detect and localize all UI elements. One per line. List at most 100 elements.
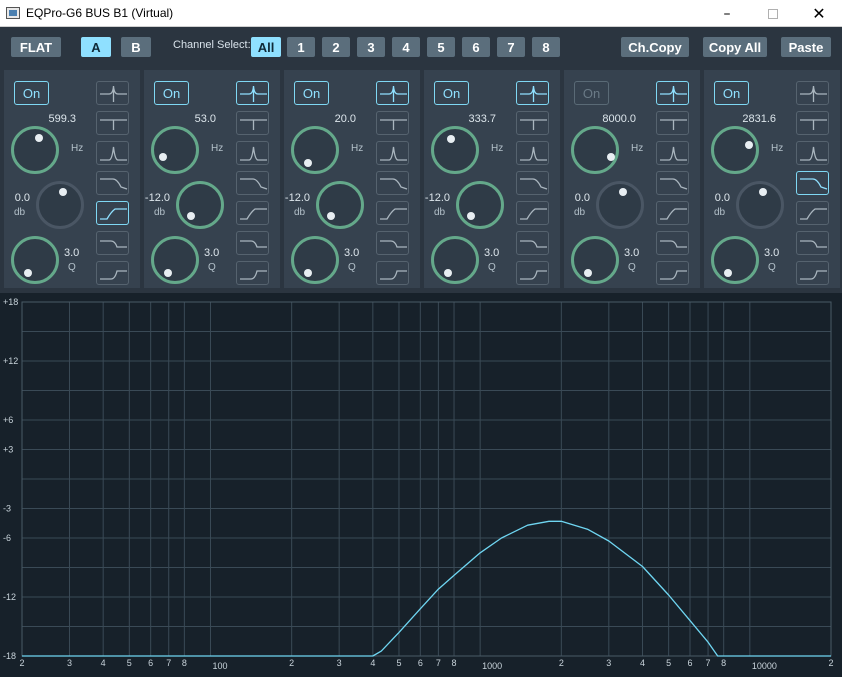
preset-a-button[interactable]: A bbox=[81, 37, 111, 57]
ch-copy-button[interactable]: Ch.Copy bbox=[621, 37, 689, 57]
q-unit-label: Q bbox=[208, 262, 216, 273]
filter-type-button[interactable] bbox=[796, 201, 829, 225]
band-frequency-value: 333.7 bbox=[468, 113, 496, 125]
filter-type-button[interactable] bbox=[796, 231, 829, 255]
q-knob[interactable] bbox=[151, 236, 199, 284]
high-shelf-step-icon bbox=[520, 240, 547, 248]
gain-knob[interactable] bbox=[36, 181, 84, 229]
filter-type-button[interactable] bbox=[516, 141, 549, 165]
filter-type-button[interactable] bbox=[656, 231, 689, 255]
filter-type-button[interactable] bbox=[376, 111, 409, 135]
gain-unit-label: db bbox=[434, 207, 446, 218]
minimize-button[interactable]: – bbox=[704, 0, 750, 27]
copy-all-button[interactable]: Copy All bbox=[703, 37, 767, 57]
channel-button-4[interactable]: 4 bbox=[392, 37, 420, 57]
channel-button-6[interactable]: 6 bbox=[462, 37, 490, 57]
q-knob[interactable] bbox=[291, 236, 339, 284]
window-title: EQPro-G6 BUS B1 (Virtual) bbox=[26, 6, 174, 20]
filter-type-button[interactable] bbox=[516, 81, 549, 105]
filter-type-button[interactable] bbox=[656, 171, 689, 195]
filter-type-button[interactable] bbox=[376, 81, 409, 105]
filter-type-button[interactable] bbox=[796, 111, 829, 135]
high-cut-icon bbox=[240, 178, 268, 190]
peak-icon bbox=[520, 146, 547, 161]
band-q-value: 3.0 bbox=[344, 247, 360, 259]
filter-type-button[interactable] bbox=[516, 111, 549, 135]
y-tick-label: -18 bbox=[3, 651, 16, 661]
filter-type-button[interactable] bbox=[516, 171, 549, 195]
filter-type-button[interactable] bbox=[516, 231, 549, 255]
channel-button-all[interactable]: All bbox=[251, 37, 281, 57]
peak-icon bbox=[100, 146, 127, 161]
filter-type-button[interactable] bbox=[376, 201, 409, 225]
gain-knob[interactable] bbox=[176, 181, 224, 229]
filter-type-button[interactable] bbox=[796, 141, 829, 165]
gain-knob[interactable] bbox=[456, 181, 504, 229]
filter-type-button[interactable] bbox=[656, 111, 689, 135]
frequency-knob[interactable] bbox=[11, 126, 59, 174]
channel-button-1[interactable]: 1 bbox=[287, 37, 315, 57]
filter-type-button[interactable] bbox=[236, 171, 269, 195]
maximize-button[interactable] bbox=[750, 0, 796, 27]
filter-type-button[interactable] bbox=[96, 171, 129, 195]
frequency-knob[interactable] bbox=[571, 126, 619, 174]
close-button[interactable]: ✕ bbox=[796, 0, 842, 27]
filter-type-button[interactable] bbox=[516, 201, 549, 225]
channel-button-5[interactable]: 5 bbox=[427, 37, 455, 57]
y-tick-label: +12 bbox=[3, 356, 18, 366]
q-knob[interactable] bbox=[431, 236, 479, 284]
band-on-toggle[interactable]: On bbox=[714, 81, 749, 105]
band-on-toggle[interactable]: On bbox=[154, 81, 189, 105]
filter-type-button[interactable] bbox=[376, 141, 409, 165]
filter-type-button[interactable] bbox=[796, 81, 829, 105]
y-tick-label: +18 bbox=[3, 297, 18, 307]
filter-type-button[interactable] bbox=[656, 81, 689, 105]
band-on-toggle[interactable]: On bbox=[434, 81, 469, 105]
filter-type-button[interactable] bbox=[236, 111, 269, 135]
frequency-knob[interactable] bbox=[151, 126, 199, 174]
q-knob[interactable] bbox=[571, 236, 619, 284]
eq-graph[interactable]: +18 +12 +6 +3 -3 -6 -12 -18 2 3 4 5 6 7 8 100 2 3 4 5 6 7 8 100… bbox=[0, 293, 842, 677]
band-on-toggle[interactable]: On bbox=[574, 81, 609, 105]
filter-type-button[interactable] bbox=[656, 201, 689, 225]
x-tick-label: 100 bbox=[212, 661, 227, 671]
filter-type-button[interactable] bbox=[656, 141, 689, 165]
filter-type-button[interactable] bbox=[376, 171, 409, 195]
paste-button[interactable]: Paste bbox=[781, 37, 831, 57]
eq-band-3: On 20.0 Hz -12.0 db 3.0 Q bbox=[284, 70, 420, 288]
filter-type-button[interactable] bbox=[236, 141, 269, 165]
band-on-toggle[interactable]: On bbox=[14, 81, 49, 105]
gain-knob[interactable] bbox=[596, 181, 644, 229]
filter-type-button[interactable] bbox=[236, 231, 269, 255]
filter-type-button[interactable] bbox=[236, 81, 269, 105]
filter-type-button[interactable] bbox=[236, 261, 269, 285]
filter-type-button[interactable] bbox=[796, 171, 829, 195]
q-knob[interactable] bbox=[711, 236, 759, 284]
gain-knob[interactable] bbox=[736, 181, 784, 229]
filter-type-button[interactable] bbox=[376, 261, 409, 285]
filter-type-button[interactable] bbox=[96, 141, 129, 165]
filter-type-button[interactable] bbox=[796, 261, 829, 285]
filter-type-button[interactable] bbox=[96, 261, 129, 285]
channel-button-7[interactable]: 7 bbox=[497, 37, 525, 57]
filter-type-button[interactable] bbox=[96, 231, 129, 255]
frequency-knob[interactable] bbox=[711, 126, 759, 174]
band-on-toggle[interactable]: On bbox=[294, 81, 329, 105]
preset-b-button[interactable]: B bbox=[121, 37, 151, 57]
toolbar: FLAT A B Channel Select: All 1 2 3 4 5 6 7 8 Ch.… bbox=[0, 27, 842, 65]
filter-type-button[interactable] bbox=[656, 261, 689, 285]
gain-knob[interactable] bbox=[316, 181, 364, 229]
channel-button-2[interactable]: 2 bbox=[322, 37, 350, 57]
frequency-knob[interactable] bbox=[291, 126, 339, 174]
frequency-knob[interactable] bbox=[431, 126, 479, 174]
flat-button[interactable]: FLAT bbox=[11, 37, 61, 57]
q-knob[interactable] bbox=[11, 236, 59, 284]
filter-type-button[interactable] bbox=[516, 261, 549, 285]
channel-button-3[interactable]: 3 bbox=[357, 37, 385, 57]
filter-type-button[interactable] bbox=[236, 201, 269, 225]
filter-type-button[interactable] bbox=[96, 201, 129, 225]
filter-type-button[interactable] bbox=[96, 81, 129, 105]
channel-button-8[interactable]: 8 bbox=[532, 37, 560, 57]
filter-type-button[interactable] bbox=[96, 111, 129, 135]
filter-type-button[interactable] bbox=[376, 231, 409, 255]
